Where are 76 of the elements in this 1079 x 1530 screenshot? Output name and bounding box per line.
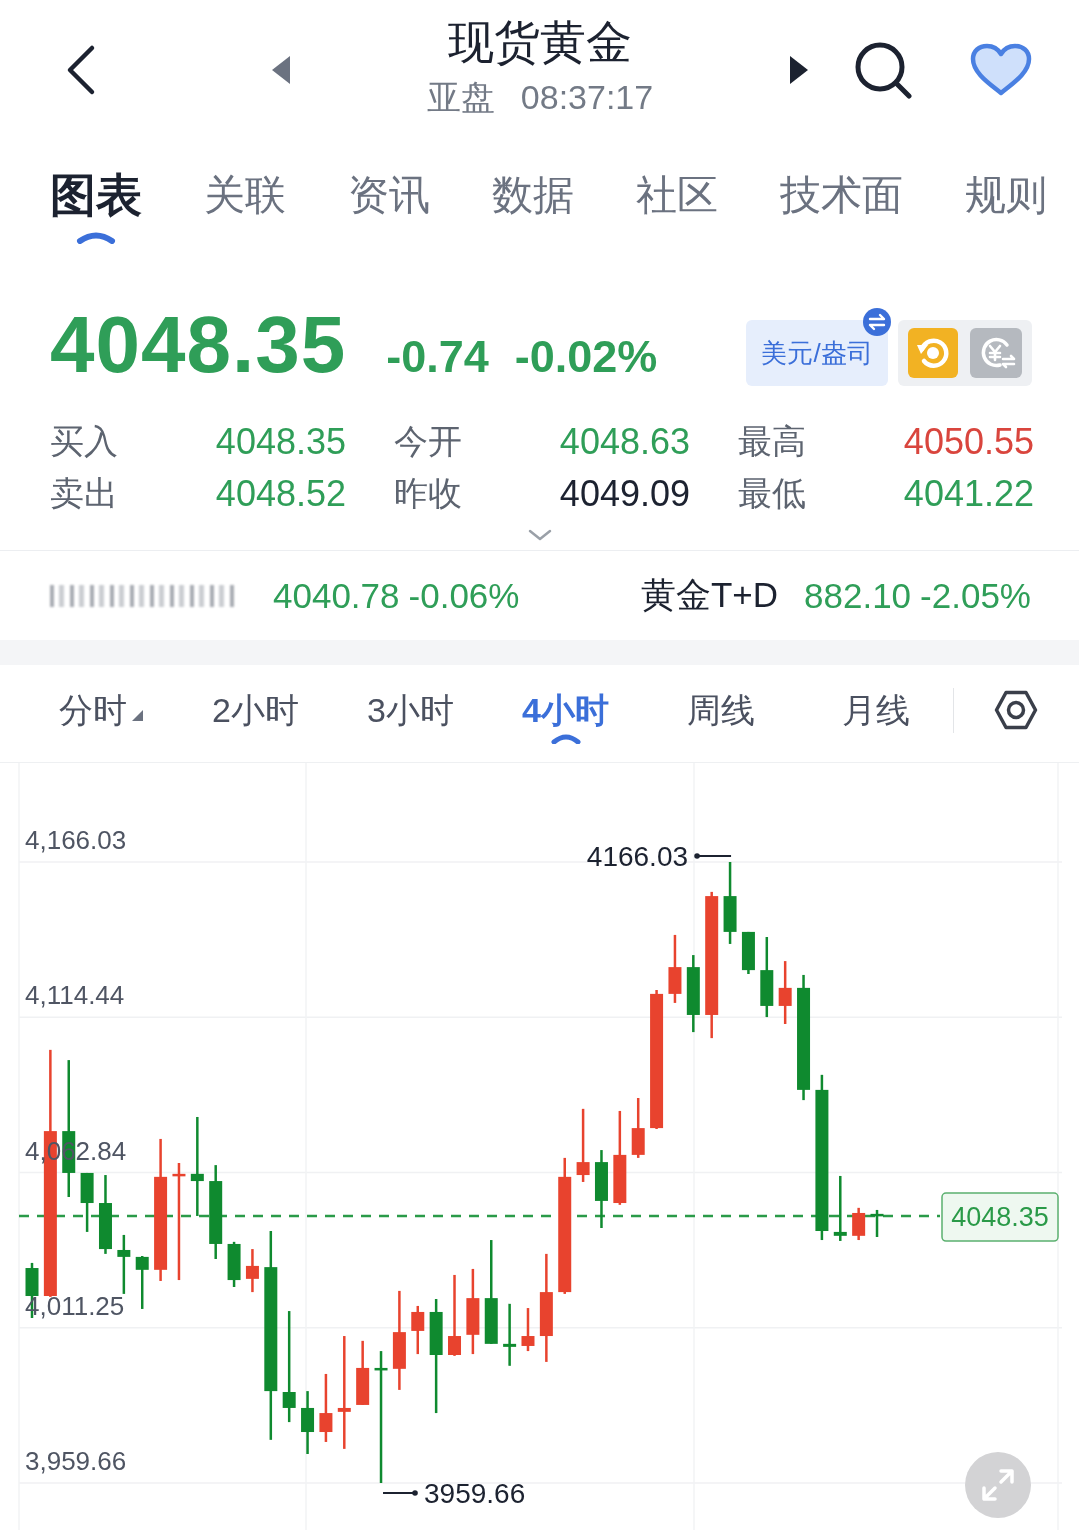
candle <box>521 1308 535 1352</box>
period-tab[interactable]: 2小时 <box>178 665 333 762</box>
ref-line-label: 4048.35 <box>951 1202 1049 1233</box>
candle <box>668 934 682 1003</box>
stat-value: 4048.35 <box>215 421 346 463</box>
settings-icon[interactable] <box>994 690 1038 730</box>
stat-value: 4049.09 <box>559 473 690 515</box>
tab[interactable]: 技术面 <box>780 140 903 255</box>
period-tab[interactable]: 分时 <box>23 665 178 762</box>
candle <box>778 961 792 1024</box>
period-tab[interactable]: 4小时 <box>488 665 643 762</box>
price-tag: 4048.35 <box>941 1192 1059 1242</box>
high-price-label: 4166.03 <box>586 841 689 872</box>
period-tab[interactable]: 周线 <box>643 665 798 762</box>
candle <box>833 1175 847 1241</box>
instrument-price: 882.10 <box>804 575 912 616</box>
chevron-down-icon[interactable] <box>526 528 553 542</box>
selected-caret-icon <box>76 232 116 244</box>
axis-label: 4,114.44 <box>25 980 125 1011</box>
selected-caret-icon <box>550 734 581 744</box>
corner-triangle-icon[interactable] <box>131 710 143 721</box>
instrument-change: -2.05% <box>920 575 1031 616</box>
stat-label: 最高 <box>738 421 806 462</box>
page-title: 现货黄金 <box>448 17 632 67</box>
axis-label: 3,959.66 <box>25 1446 127 1476</box>
unit-button[interactable]: 美元/盎司 <box>746 320 888 386</box>
period-tab[interactable]: 3小时 <box>333 665 488 762</box>
candle <box>301 1391 315 1454</box>
last-price: 4048.35 <box>50 299 347 391</box>
session-label: 亚盘 <box>426 77 495 117</box>
candle <box>411 1305 425 1355</box>
candle <box>319 1373 333 1442</box>
caret-left-icon[interactable] <box>272 56 290 84</box>
stat-value: 4050.55 <box>903 421 1034 463</box>
candle <box>117 1234 131 1294</box>
candle <box>852 1207 866 1241</box>
axis-label: 4,166.03 <box>25 825 127 855</box>
search-icon[interactable] <box>854 41 912 99</box>
candle <box>631 1098 645 1158</box>
swap-icon[interactable] <box>863 308 891 336</box>
stat-label: 卖出 <box>50 473 118 514</box>
period-tab[interactable]: 月线 <box>798 665 953 762</box>
caret-right-icon[interactable] <box>790 56 808 84</box>
tab[interactable]: 社区 <box>636 140 718 255</box>
time-label: 08:37:17 <box>520 77 654 117</box>
low-price-label: 3959.66 <box>424 1478 526 1509</box>
candle <box>80 1172 94 1232</box>
candle <box>245 1249 259 1293</box>
tab[interactable]: 关联 <box>204 140 286 255</box>
candle <box>870 1209 884 1238</box>
tab[interactable]: 资讯 <box>348 140 430 255</box>
stat-label: 买入 <box>50 421 118 462</box>
stat-value: 4048.63 <box>559 421 690 463</box>
expand-icon <box>980 1467 1016 1503</box>
stat-value: 4041.22 <box>903 473 1034 515</box>
back-icon[interactable] <box>66 44 96 96</box>
leader-line <box>694 853 732 859</box>
candle <box>741 931 755 975</box>
tab[interactable]: 规则 <box>965 140 1047 255</box>
tab[interactable]: 图表 <box>50 140 142 255</box>
tab[interactable]: 数据 <box>492 140 574 255</box>
stat-value: 4048.52 <box>215 473 346 515</box>
heart-icon[interactable] <box>970 43 1032 97</box>
candle <box>503 1303 517 1366</box>
instrument-name[interactable]: 黄金T+D <box>640 572 779 619</box>
stat-label: 昨收 <box>394 473 462 514</box>
price-change: -0.74 <box>386 331 489 383</box>
percent-change: -0.02% <box>514 331 658 383</box>
stat-label: 最低 <box>738 473 806 514</box>
instrument-change: -0.06% <box>408 575 520 616</box>
leader-line <box>382 1490 418 1496</box>
candle <box>227 1241 241 1287</box>
candle <box>135 1256 149 1309</box>
instrument-price: 4040.78 <box>273 575 400 616</box>
candle <box>356 1340 370 1405</box>
stat-label: 今开 <box>394 421 462 462</box>
